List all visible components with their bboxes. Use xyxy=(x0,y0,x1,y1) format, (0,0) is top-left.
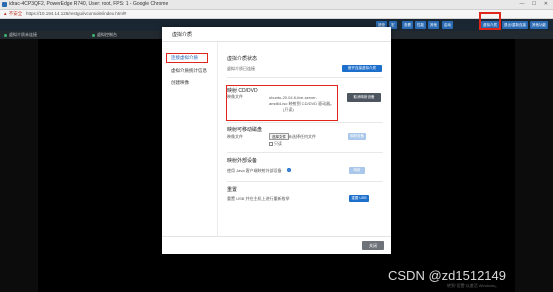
readonly-checkbox[interactable] xyxy=(269,142,273,146)
external-section-title: 映射外部设备 xyxy=(227,158,258,164)
dialog-header: 虚拟介质 xyxy=(162,27,391,42)
toolbar-boot-button[interactable]: 启动 xyxy=(442,21,453,29)
removable-image-label: 映像文件 xyxy=(227,134,243,139)
dialog-title: 虚拟介质 xyxy=(172,32,193,38)
no-file-chosen-text: 未选择任何文件 xyxy=(288,134,316,139)
external-text: 使用 Java 客户端映射外部设备 xyxy=(227,168,282,173)
windows-activation-watermark: 转到“设置”以激活 Windows。 xyxy=(447,283,500,288)
dialog-nav: 连接虚拟介质 虚拟介质统计信息 创建映像 xyxy=(162,42,218,236)
unmap-cd-button[interactable]: 取消映射设备 xyxy=(347,93,381,102)
window-controls[interactable]: — ☐ ✕ xyxy=(520,1,551,7)
security-warning[interactable]: ▲ 不安全 xyxy=(3,11,22,17)
disconnect-virtual-media-button[interactable]: 断开连接虚拟介质 xyxy=(342,65,382,72)
info-icon[interactable]: i xyxy=(287,168,291,172)
dialog-footer: 关闭 xyxy=(162,236,391,255)
browser-favicon-icon xyxy=(2,2,7,7)
address-bar[interactable]: ▲ 不安全 https://10.194.14.126/restgui/vcon… xyxy=(0,10,553,19)
map-external-button[interactable]: 映射 xyxy=(349,167,365,174)
browser-window-title: idrac-4CP3QF2, PowerEdge R740, User: roo… xyxy=(9,1,169,7)
media-status-dot-icon xyxy=(4,33,7,37)
csdn-watermark: CSDN @zd1512149 xyxy=(388,268,506,283)
toolbar-performance-button[interactable]: 性能 xyxy=(415,21,426,29)
divider xyxy=(227,152,383,153)
url-text[interactable]: https://10.194.14.126/restgui/vconsole/i… xyxy=(26,11,126,16)
console-status-label: 虚拟控制台 xyxy=(97,32,117,37)
close-button[interactable]: 关闭 xyxy=(362,241,384,250)
console-status-dot-icon xyxy=(92,33,95,37)
nav-create-image[interactable]: 创建映像 xyxy=(171,80,189,86)
status-section-title: 虚拟介质状态 xyxy=(227,56,258,62)
dialog-content: 虚拟介质状态 虚拟介质已连接 断开连接虚拟介质 映射 CD/DVD 映像文件 u… xyxy=(217,42,391,236)
toolbar-other-button[interactable]: 其他 xyxy=(428,21,439,29)
choose-file-button[interactable]: 选择文件 xyxy=(269,133,289,140)
status-text: 虚拟介质已连接 xyxy=(227,66,255,71)
media-status-label: 虚拟介质未连接 xyxy=(9,32,37,37)
toolbar-more-button[interactable]: 其他功能 xyxy=(530,21,548,29)
divider xyxy=(227,181,383,182)
reset-usb-button[interactable]: 重置 USB xyxy=(349,195,369,202)
cd-section-highlight xyxy=(226,85,338,121)
nav-virtual-media-stats[interactable]: 虚拟介质统计信息 xyxy=(171,68,207,74)
divider xyxy=(227,122,383,123)
removable-section-title: 映射可移动磁盘 xyxy=(227,127,263,133)
divider xyxy=(227,77,383,78)
virtual-media-highlight xyxy=(479,12,501,30)
map-removable-device-button[interactable]: 映射设备 xyxy=(348,133,366,140)
reset-text: 重置 USB 并在主机上进行重新枚举 xyxy=(227,196,290,201)
toolbar-view-button[interactable]: 查看 xyxy=(402,21,413,29)
toolbar-reconnect-button[interactable]: 退出/重新连接 xyxy=(502,21,528,29)
virtual-media-dialog: 虚拟介质 连接虚拟介质 虚拟介质统计信息 创建映像 虚拟介质状态 虚拟介质已连接… xyxy=(162,27,391,254)
nav-connect-highlight xyxy=(166,53,208,63)
browser-title-bar: idrac-4CP3QF2, PowerEdge R740, User: roo… xyxy=(0,0,553,10)
readonly-label: 只读 xyxy=(274,141,282,146)
reset-section-title: 重置 xyxy=(227,187,238,193)
